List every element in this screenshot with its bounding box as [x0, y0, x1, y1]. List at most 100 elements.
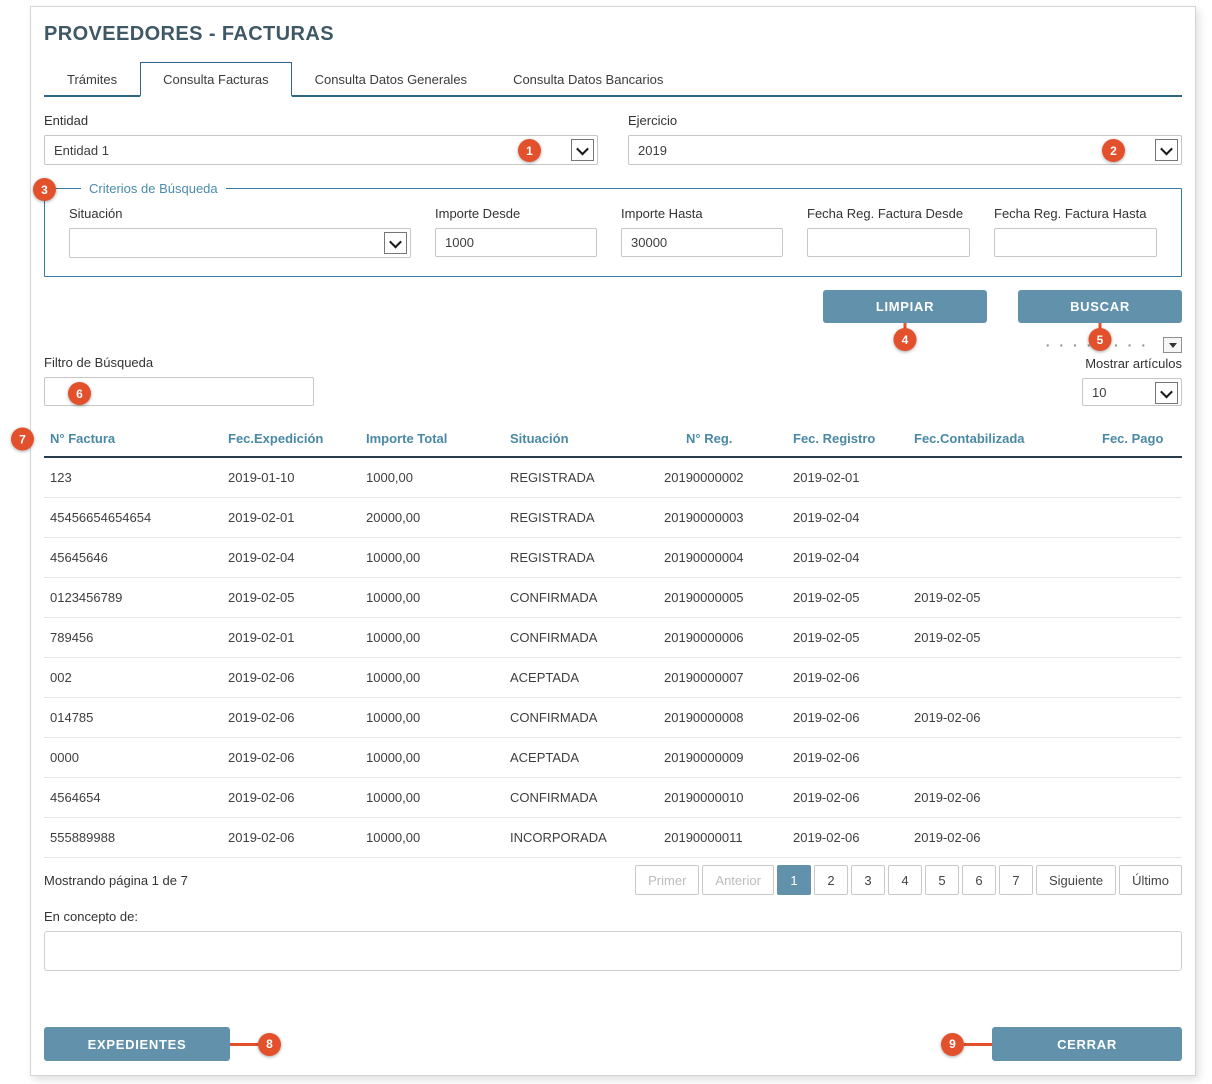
annotation-badge-9: 9 — [941, 1033, 964, 1056]
table-cell: 0123456789 — [44, 578, 222, 617]
column-header-importe-total[interactable]: Importe Total — [360, 422, 504, 456]
table-cell: 2019-02-04 — [787, 538, 908, 577]
fecha-reg-desde-input[interactable] — [807, 228, 970, 257]
pagination-first-button[interactable]: Primer — [635, 865, 699, 895]
column-header-fec-contabilizada[interactable]: Fec.Contabilizada — [908, 422, 1096, 456]
pagination-page-5[interactable]: 5 — [925, 865, 959, 895]
entidad-selected-value: Entidad 1 — [54, 143, 109, 158]
table-cell: 20190000009 — [658, 738, 787, 777]
column-header-n-factura[interactable]: N° Factura — [44, 422, 222, 456]
buscar-button[interactable]: BUSCAR — [1018, 290, 1182, 323]
table-cell: CONFIRMADA — [504, 618, 658, 657]
entidad-select[interactable]: Entidad 1 1 — [44, 135, 598, 165]
dropdown-caret-icon[interactable] — [1163, 337, 1182, 353]
table-row[interactable]: 0147852019-02-0610000,00CONFIRMADA201900… — [44, 698, 1182, 738]
table-cell: 20000,00 — [360, 498, 504, 537]
expedientes-button[interactable]: EXPEDIENTES — [44, 1027, 230, 1061]
annotation-badge-4: 4 — [894, 328, 917, 351]
table-cell: 2019-02-01 — [222, 618, 360, 657]
annotation-badge-5: 5 — [1089, 328, 1112, 351]
situacion-select[interactable] — [69, 228, 411, 258]
column-header-situacion[interactable]: Situación — [504, 422, 658, 456]
table-row[interactable]: 0022019-02-0610000,00ACEPTADA20190000007… — [44, 658, 1182, 698]
column-header-n-reg[interactable]: N° Reg. — [658, 422, 787, 456]
table-cell: 2019-02-06 — [787, 658, 908, 697]
ejercicio-label: Ejercicio — [628, 113, 1182, 128]
mostrar-articulos-select[interactable]: 10 — [1082, 378, 1182, 406]
table-cell — [1096, 578, 1182, 617]
pagination-page-1[interactable]: 1 — [777, 865, 811, 895]
page-title: PROVEEDORES - FACTURAS — [44, 23, 1182, 46]
pagination-summary: Mostrando página 1 de 7 — [44, 873, 188, 888]
table-cell: 1000,00 — [360, 458, 504, 497]
pagination-next-button[interactable]: Siguiente — [1036, 865, 1116, 895]
table-cell: 2019-02-06 — [787, 778, 908, 817]
table-cell: 10000,00 — [360, 658, 504, 697]
table-cell: CONFIRMADA — [504, 578, 658, 617]
pagination-page-4[interactable]: 4 — [888, 865, 922, 895]
annotation-line — [964, 1043, 992, 1046]
annotation-line — [230, 1043, 258, 1046]
fecha-reg-desde-field: Fecha Reg. Factura Desde — [807, 206, 970, 258]
table-cell: 2019-02-06 — [787, 698, 908, 737]
pagination-page-3[interactable]: 3 — [851, 865, 885, 895]
column-header-fec-pago[interactable]: Fec. Pago — [1096, 422, 1182, 456]
table-cell: 2019-02-06 — [908, 818, 1096, 857]
table-cell: 0000 — [44, 738, 222, 777]
tab-consulta-datos-bancarios[interactable]: Consulta Datos Bancarios — [490, 62, 686, 95]
importe-hasta-label: Importe Hasta — [621, 206, 783, 221]
table-row[interactable]: 454566546546542019-02-0120000,00REGISTRA… — [44, 498, 1182, 538]
table-cell: CONFIRMADA — [504, 698, 658, 737]
importe-hasta-field: Importe Hasta — [621, 206, 783, 258]
table-cell: ACEPTADA — [504, 658, 658, 697]
table-cell — [908, 738, 1096, 777]
table-row[interactable]: 45646542019-02-0610000,00CONFIRMADA20190… — [44, 778, 1182, 818]
fecha-reg-hasta-input[interactable] — [994, 228, 1157, 257]
column-header-fec-registro[interactable]: Fec. Registro — [787, 422, 908, 456]
table-cell: 2019-02-04 — [222, 538, 360, 577]
importe-hasta-input[interactable] — [621, 228, 783, 257]
concepto-textarea[interactable] — [44, 931, 1182, 971]
cerrar-button[interactable]: CERRAR — [992, 1027, 1182, 1061]
table-cell — [908, 538, 1096, 577]
filtro-busqueda-field: Filtro de Búsqueda 6 — [44, 355, 314, 406]
importe-desde-input[interactable] — [435, 228, 597, 257]
table-cell: 2019-02-06 — [222, 658, 360, 697]
table-row[interactable]: 01234567892019-02-0510000,00CONFIRMADA20… — [44, 578, 1182, 618]
table-cell: 20190000003 — [658, 498, 787, 537]
filter-row: Filtro de Búsqueda 6 Mostrar artículos 1… — [44, 355, 1182, 406]
table-cell: 2019-02-05 — [908, 618, 1096, 657]
pagination-last-button[interactable]: Último — [1119, 865, 1182, 895]
ejercicio-select[interactable]: 2019 2 — [628, 135, 1182, 165]
concepto-section: En concepto de: — [44, 909, 1182, 976]
pagination-page-2[interactable]: 2 — [814, 865, 848, 895]
table-cell: 2019-02-06 — [222, 818, 360, 857]
table-cell: 2019-02-06 — [222, 738, 360, 777]
mostrar-articulos-label: Mostrar artículos — [1085, 356, 1182, 371]
pagination-page-6[interactable]: 6 — [962, 865, 996, 895]
table-row[interactable]: 456456462019-02-0410000,00REGISTRADA2019… — [44, 538, 1182, 578]
table-cell: 10000,00 — [360, 738, 504, 777]
table-row[interactable]: 7894562019-02-0110000,00CONFIRMADA201900… — [44, 618, 1182, 658]
table-row[interactable]: 00002019-02-0610000,00ACEPTADA2019000000… — [44, 738, 1182, 778]
annotation-badge-1: 1 — [518, 139, 541, 162]
table-cell: 2019-02-06 — [908, 698, 1096, 737]
tab-tramites[interactable]: Trámites — [44, 62, 140, 95]
pagination-page-7[interactable]: 7 — [999, 865, 1033, 895]
table-cell: 2019-02-05 — [787, 578, 908, 617]
tab-consulta-datos-generales[interactable]: Consulta Datos Generales — [292, 62, 490, 95]
limpiar-button[interactable]: LIMPIAR — [823, 290, 987, 323]
fecha-reg-desde-label: Fecha Reg. Factura Desde — [807, 206, 970, 221]
pagination-prev-button[interactable]: Anterior — [702, 865, 774, 895]
table-cell: 10000,00 — [360, 538, 504, 577]
table-cell: REGISTRADA — [504, 498, 658, 537]
table-row[interactable]: 1232019-01-101000,00REGISTRADA2019000000… — [44, 458, 1182, 498]
table-cell: 10000,00 — [360, 818, 504, 857]
column-header-fec-expedicion[interactable]: Fec.Expedición — [222, 422, 360, 456]
table-cell: 2019-02-06 — [222, 698, 360, 737]
tab-consulta-facturas[interactable]: Consulta Facturas — [140, 62, 292, 97]
invoice-table: 7 N° Factura Fec.Expedición Importe Tota… — [44, 422, 1182, 858]
table-cell: INCORPORADA — [504, 818, 658, 857]
ejercicio-selected-value: 2019 — [638, 143, 667, 158]
table-row[interactable]: 5558899882019-02-0610000,00INCORPORADA20… — [44, 818, 1182, 858]
